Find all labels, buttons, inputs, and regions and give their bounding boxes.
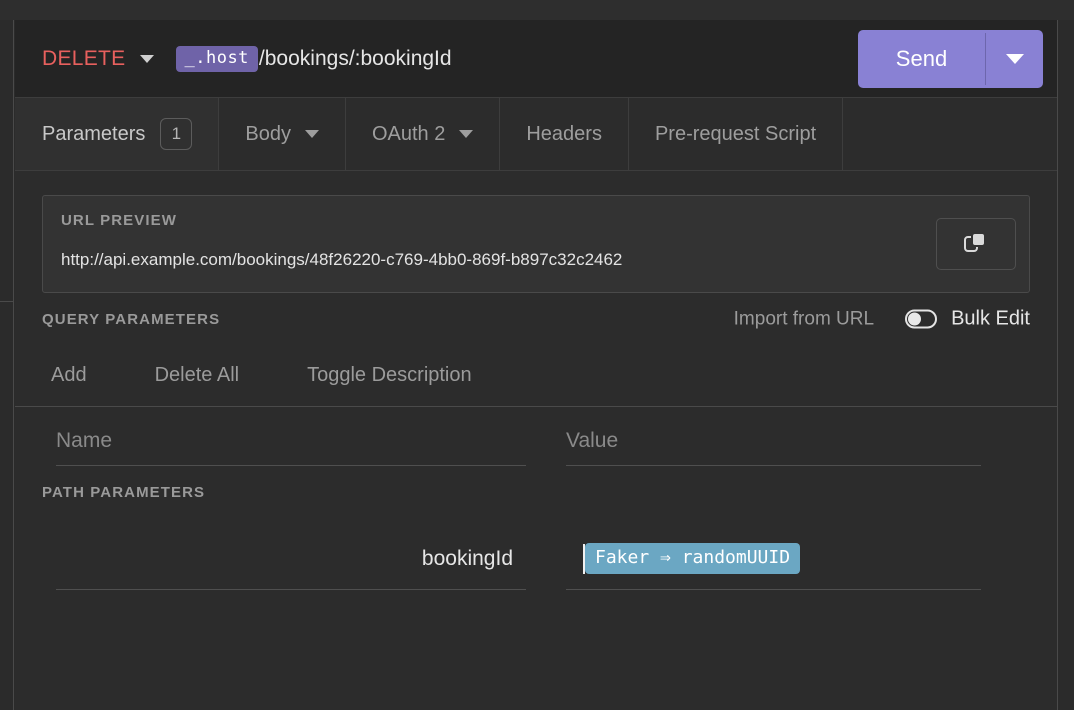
delete-all-parameters-button[interactable]: Delete All <box>155 364 240 387</box>
send-options-button[interactable] <box>986 30 1043 88</box>
path-parameter-row: bookingId Faker ⇒ randomUUID <box>15 528 1057 590</box>
request-url-bar: DELETE _.host /bookings/:bookingId Send <box>15 20 1057 98</box>
url-preview-section: URL PREVIEW http://api.example.com/booki… <box>15 171 1057 293</box>
tab-pre-request-script[interactable]: Pre-request Script <box>629 98 843 170</box>
chevron-down-icon <box>305 130 319 138</box>
toggle-description-button[interactable]: Toggle Description <box>307 364 472 387</box>
tab-oauth2[interactable]: OAuth 2 <box>346 98 500 170</box>
url-preview-value: http://api.example.com/bookings/48f26220… <box>61 250 1011 270</box>
copy-url-button[interactable] <box>936 218 1016 270</box>
toggle-knob <box>908 313 921 326</box>
path-parameter-value-input[interactable]: Faker ⇒ randomUUID <box>566 528 981 590</box>
chevron-down-icon <box>459 130 473 138</box>
query-parameters-header: QUERY PARAMETERS Import from URL Bulk Ed… <box>15 293 1057 345</box>
import-from-url-button[interactable]: Import from URL <box>734 308 874 330</box>
faker-template-tag[interactable]: Faker ⇒ randomUUID <box>585 543 800 574</box>
query-parameter-value-input[interactable] <box>566 429 981 466</box>
left-gutter-divider <box>0 301 14 302</box>
request-panel: DELETE _.host /bookings/:bookingId Send … <box>15 20 1057 710</box>
send-button-group: Send <box>858 30 1043 88</box>
path-parameters-title: PATH PARAMETERS <box>42 484 205 501</box>
parameters-panel: URL PREVIEW http://api.example.com/booki… <box>15 171 1057 708</box>
host-variable-chip[interactable]: _.host <box>176 46 258 72</box>
chevron-down-icon[interactable] <box>140 55 154 63</box>
request-tabs: Parameters 1 Body OAuth 2 Headers Pre-re… <box>15 98 1057 171</box>
left-gutter <box>0 20 14 710</box>
url-path-text: /bookings/:bookingId <box>259 47 452 71</box>
query-parameters-header-actions: Import from URL Bulk Edit <box>734 308 1030 331</box>
window-top-strip <box>0 0 1074 20</box>
path-parameter-key: bookingId <box>56 528 526 590</box>
tab-parameters-badge: 1 <box>160 118 192 150</box>
chevron-down-icon <box>1006 54 1024 64</box>
url-preview-title: URL PREVIEW <box>61 212 1011 229</box>
tab-headers-label: Headers <box>526 123 602 146</box>
query-parameters-title: QUERY PARAMETERS <box>42 311 220 328</box>
http-method-label[interactable]: DELETE <box>42 47 126 71</box>
tab-oauth2-label: OAuth 2 <box>372 123 445 146</box>
tab-pre-request-script-label: Pre-request Script <box>655 123 816 146</box>
bulk-edit-label[interactable]: Bulk Edit <box>951 308 1030 331</box>
tab-parameters[interactable]: Parameters 1 <box>15 98 219 170</box>
tab-body[interactable]: Body <box>219 98 346 170</box>
right-gutter <box>1057 20 1074 710</box>
copy-icon <box>964 232 988 256</box>
tab-parameters-label: Parameters <box>42 123 145 146</box>
tab-headers[interactable]: Headers <box>500 98 629 170</box>
query-parameter-name-input[interactable] <box>56 429 526 466</box>
bulk-edit-toggle[interactable] <box>905 310 937 329</box>
path-parameters-header: PATH PARAMETERS <box>15 466 1057 518</box>
tab-body-label: Body <box>245 123 291 146</box>
path-parameter-key-label: bookingId <box>422 547 513 571</box>
request-url-input[interactable]: _.host /bookings/:bookingId <box>176 46 452 72</box>
api-client-window: DELETE _.host /bookings/:bookingId Send … <box>0 0 1074 710</box>
query-parameters-actions: Add Delete All Toggle Description <box>15 345 1057 407</box>
query-parameter-row <box>15 407 1057 466</box>
add-parameter-button[interactable]: Add <box>51 364 87 387</box>
query-parameter-value-field <box>566 429 981 466</box>
url-preview-card: URL PREVIEW http://api.example.com/booki… <box>42 195 1030 293</box>
send-button[interactable]: Send <box>858 30 985 88</box>
query-parameter-name-field <box>56 429 526 466</box>
